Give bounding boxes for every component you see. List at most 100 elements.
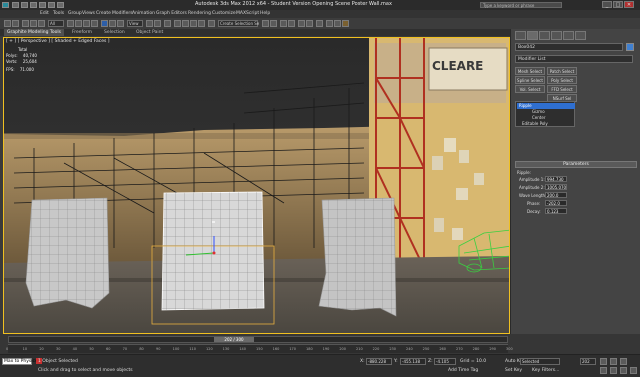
- track-bar[interactable]: 0 10 20 30 40 50 60 70 80 90 100 110 120 130 140 150 160…: [6, 344, 513, 353]
- tab-freeform[interactable]: Freeform: [72, 29, 92, 36]
- redo-icon[interactable]: [12, 20, 19, 27]
- new-file-icon[interactable]: [12, 2, 19, 8]
- snaps-toggle-icon[interactable]: [174, 20, 181, 27]
- schematic-view-icon[interactable]: [306, 20, 313, 27]
- window-crossing-icon[interactable]: [91, 20, 98, 27]
- graphite-toggle-icon[interactable]: [288, 20, 295, 27]
- selected-set-dropdown[interactable]: Selected: [520, 358, 560, 365]
- reference-coordinate-dropdown[interactable]: View: [127, 20, 143, 27]
- material-editor-icon[interactable]: [316, 20, 323, 27]
- amplitude-1-spinner[interactable]: 994.730: [545, 176, 567, 182]
- parameters-rollout-header[interactable]: Parameters: [515, 161, 637, 168]
- go-to-end-icon[interactable]: [620, 358, 627, 365]
- phase-spinner[interactable]: -202.0: [545, 200, 567, 206]
- add-time-tag[interactable]: Add Time Tag: [448, 368, 478, 373]
- key-filters-button[interactable]: Key Filters...: [532, 368, 559, 373]
- select-by-name-icon[interactable]: [75, 20, 82, 27]
- hold-icon[interactable]: [57, 2, 64, 8]
- y-coord-field[interactable]: -455.138: [400, 358, 426, 365]
- scene-render[interactable]: CLEARE: [4, 38, 510, 334]
- mirror-icon[interactable]: [262, 20, 269, 27]
- modify-tab-icon[interactable]: [527, 31, 538, 40]
- decay-spinner[interactable]: 0.123: [545, 208, 567, 214]
- open-file-icon[interactable]: [21, 2, 28, 8]
- object-color-swatch[interactable]: [626, 43, 634, 51]
- manipulate-icon[interactable]: [154, 20, 161, 27]
- x-coord-field[interactable]: -880.228: [366, 358, 392, 365]
- spinner-snap-icon[interactable]: [198, 20, 205, 27]
- tab-object-paint[interactable]: Object Paint: [136, 29, 163, 36]
- zoom-icon[interactable]: [600, 367, 607, 374]
- maximize-viewport-icon[interactable]: [630, 367, 637, 374]
- menu-views[interactable]: Views: [82, 11, 95, 16]
- play-icon[interactable]: [600, 358, 607, 365]
- patch-select-button[interactable]: Patch Select: [547, 67, 577, 75]
- link-icon[interactable]: [22, 20, 29, 27]
- spline-select-button[interactable]: Spline Select: [515, 76, 545, 84]
- pivot-center-icon[interactable]: [146, 20, 153, 27]
- maximize-button[interactable]: □: [613, 1, 623, 8]
- menu-customize[interactable]: Customize: [212, 11, 236, 16]
- orbit-icon[interactable]: [620, 367, 627, 374]
- pan-icon[interactable]: [610, 367, 617, 374]
- menu-animation[interactable]: Animation: [132, 11, 155, 16]
- close-button[interactable]: ✕: [624, 1, 634, 8]
- undo-icon[interactable]: [39, 2, 46, 8]
- unlink-icon[interactable]: [30, 20, 37, 27]
- menu-rendering[interactable]: Rendering: [188, 11, 211, 16]
- ffd-select-button[interactable]: FFD Select: [547, 85, 577, 93]
- minimize-button[interactable]: _: [602, 1, 612, 8]
- menu-tools[interactable]: Tools: [53, 11, 64, 16]
- mesh-select-button[interactable]: Mesh Select: [515, 67, 545, 75]
- bind-space-warp-icon[interactable]: [38, 20, 45, 27]
- save-file-icon[interactable]: [30, 2, 37, 8]
- menu-graph-editors[interactable]: Graph Editors: [156, 11, 187, 16]
- z-coord-field[interactable]: -4.105: [434, 358, 456, 365]
- render-production-icon[interactable]: [342, 20, 349, 27]
- object-name-field[interactable]: Box042: [515, 43, 623, 51]
- layer-manager-icon[interactable]: [280, 20, 287, 27]
- wave-length-spinner[interactable]: 200.0: [545, 192, 567, 198]
- region-select-icon[interactable]: [83, 20, 90, 27]
- amplitude-2-spinner[interactable]: 1005.070: [545, 184, 567, 190]
- hierarchy-tab-icon[interactable]: [539, 31, 550, 40]
- menu-edit[interactable]: Edit: [40, 11, 49, 16]
- maxscript-listener[interactable]: Max to Physics: [2, 358, 37, 365]
- stack-item-ripple[interactable]: Ripple: [517, 103, 575, 109]
- display-tab-icon[interactable]: [563, 31, 574, 40]
- selection-filter-dropdown[interactable]: All: [48, 20, 64, 27]
- redo-icon[interactable]: [48, 2, 55, 8]
- time-slider[interactable]: 202 / 300: [8, 336, 508, 343]
- set-key-button[interactable]: Set Key: [505, 368, 522, 373]
- modifier-list-dropdown[interactable]: Modifier List: [515, 55, 633, 63]
- create-tab-icon[interactable]: [515, 31, 526, 40]
- select-and-rotate-icon[interactable]: [109, 20, 116, 27]
- render-setup-icon[interactable]: [326, 20, 333, 27]
- angle-snap-icon[interactable]: [182, 20, 189, 27]
- select-object-icon[interactable]: [67, 20, 74, 27]
- next-frame-icon[interactable]: [610, 358, 617, 365]
- select-and-move-icon[interactable]: [101, 20, 108, 27]
- time-slider-thumb[interactable]: 202 / 300: [214, 337, 254, 342]
- stack-item-editable-poly[interactable]: Editable Poly: [520, 121, 548, 127]
- menu-maxscript[interactable]: MAXScript: [236, 11, 259, 16]
- edit-named-selection-icon[interactable]: [208, 20, 215, 27]
- curve-editor-icon[interactable]: [298, 20, 305, 27]
- tab-selection[interactable]: Selection: [104, 29, 125, 36]
- viewport-label[interactable]: [ + ] [ Perspective ] [ Shaded + Edged F…: [6, 39, 110, 44]
- percent-snap-icon[interactable]: [190, 20, 197, 27]
- poly-select-button[interactable]: Poly Select: [547, 76, 577, 84]
- perspective-viewport[interactable]: CLEARE [+] [Perspective] [Shaded + …: [3, 37, 510, 334]
- utilities-tab-icon[interactable]: [575, 31, 586, 40]
- modifier-stack[interactable]: Ripple Gizmo Center Editable Poly: [515, 101, 575, 127]
- align-icon[interactable]: [270, 20, 277, 27]
- motion-tab-icon[interactable]: [551, 31, 562, 40]
- menu-create[interactable]: Create: [96, 11, 111, 16]
- vol-select-button[interactable]: Vol. Select: [515, 85, 545, 93]
- tab-graphite-modeling-tools[interactable]: Graphite Modeling Tools: [4, 29, 65, 36]
- menu-group[interactable]: Group: [68, 11, 82, 16]
- search-input[interactable]: Type a keyword or phrase: [480, 2, 562, 8]
- select-and-scale-icon[interactable]: [117, 20, 124, 27]
- current-frame-field[interactable]: 202: [580, 358, 596, 365]
- rendered-frame-window-icon[interactable]: [334, 20, 341, 27]
